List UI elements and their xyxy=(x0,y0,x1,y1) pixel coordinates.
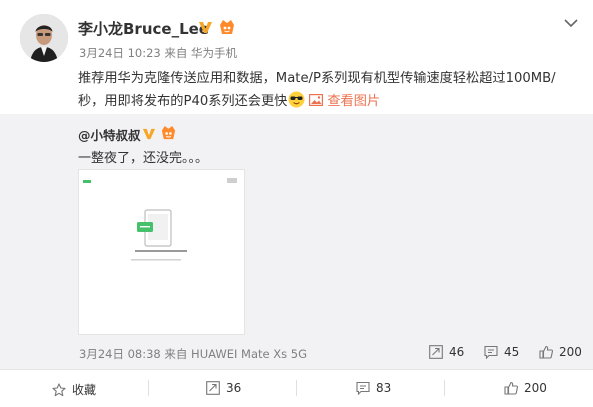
comment-icon xyxy=(484,345,498,360)
author-name[interactable]: 李小龙Bruce_Lee xyxy=(78,18,209,39)
post-text: 推荐用华为克隆传送应用和数据，Mate/P系列现有机型传输速度轻松超过100MB… xyxy=(78,67,578,113)
verified-v-icon xyxy=(198,20,213,35)
like-icon xyxy=(539,345,554,359)
divider xyxy=(296,380,297,396)
sunglasses-emoji-icon xyxy=(288,91,305,108)
post-meta: 3月24日 10:23 来自 华为手机 xyxy=(79,45,237,61)
post-date[interactable]: 3月24日 10:23 xyxy=(79,46,161,60)
like-button[interactable]: 200 xyxy=(504,381,547,395)
like-icon xyxy=(504,381,519,395)
repost-text: 一整夜了，还没完。。。 xyxy=(78,151,209,166)
verified-v-icon xyxy=(142,126,156,140)
view-pic-label: 查看图片 xyxy=(327,94,381,109)
vip-icon[interactable] xyxy=(160,125,177,141)
star-icon xyxy=(52,383,66,397)
like-count: 200 xyxy=(524,381,547,395)
repost-forward-count: 46 xyxy=(449,345,465,359)
repost-like-button[interactable]: 200 xyxy=(539,345,582,359)
favorite-button[interactable]: 收藏 xyxy=(52,381,96,398)
repost-source: 来自 HUAWEI Mate Xs 5G xyxy=(164,347,308,361)
favorite-label: 收藏 xyxy=(72,383,97,397)
forward-count: 36 xyxy=(226,381,242,395)
repost-comment-count: 45 xyxy=(504,345,520,359)
forward-icon xyxy=(206,381,220,395)
post-source: 来自 华为手机 xyxy=(164,46,238,60)
chevron-down-icon[interactable] xyxy=(563,14,579,28)
repost-forward-button[interactable]: 46 xyxy=(429,345,464,359)
divider xyxy=(444,380,445,396)
repost-meta: 3月24日 08:38 来自 HUAWEI Mate Xs 5G xyxy=(79,346,307,362)
vip-icon[interactable] xyxy=(218,19,236,36)
forward-button[interactable]: 36 xyxy=(206,381,241,395)
forward-icon xyxy=(429,345,443,359)
comment-icon xyxy=(356,381,370,396)
repost-user[interactable]: @小特叔叔 xyxy=(78,125,141,144)
divider xyxy=(148,380,149,396)
comment-count: 83 xyxy=(376,381,392,395)
view-pic-link[interactable]: 查看图片 xyxy=(309,94,380,109)
image-icon xyxy=(309,91,324,107)
repost-date[interactable]: 3月24日 08:38 xyxy=(79,347,161,361)
repost-comment-button[interactable]: 45 xyxy=(484,345,520,360)
repost-like-count: 200 xyxy=(559,345,582,359)
repost-image-thumbnail[interactable] xyxy=(78,169,245,335)
comment-button[interactable]: 83 xyxy=(356,381,392,396)
avatar[interactable] xyxy=(20,14,68,62)
